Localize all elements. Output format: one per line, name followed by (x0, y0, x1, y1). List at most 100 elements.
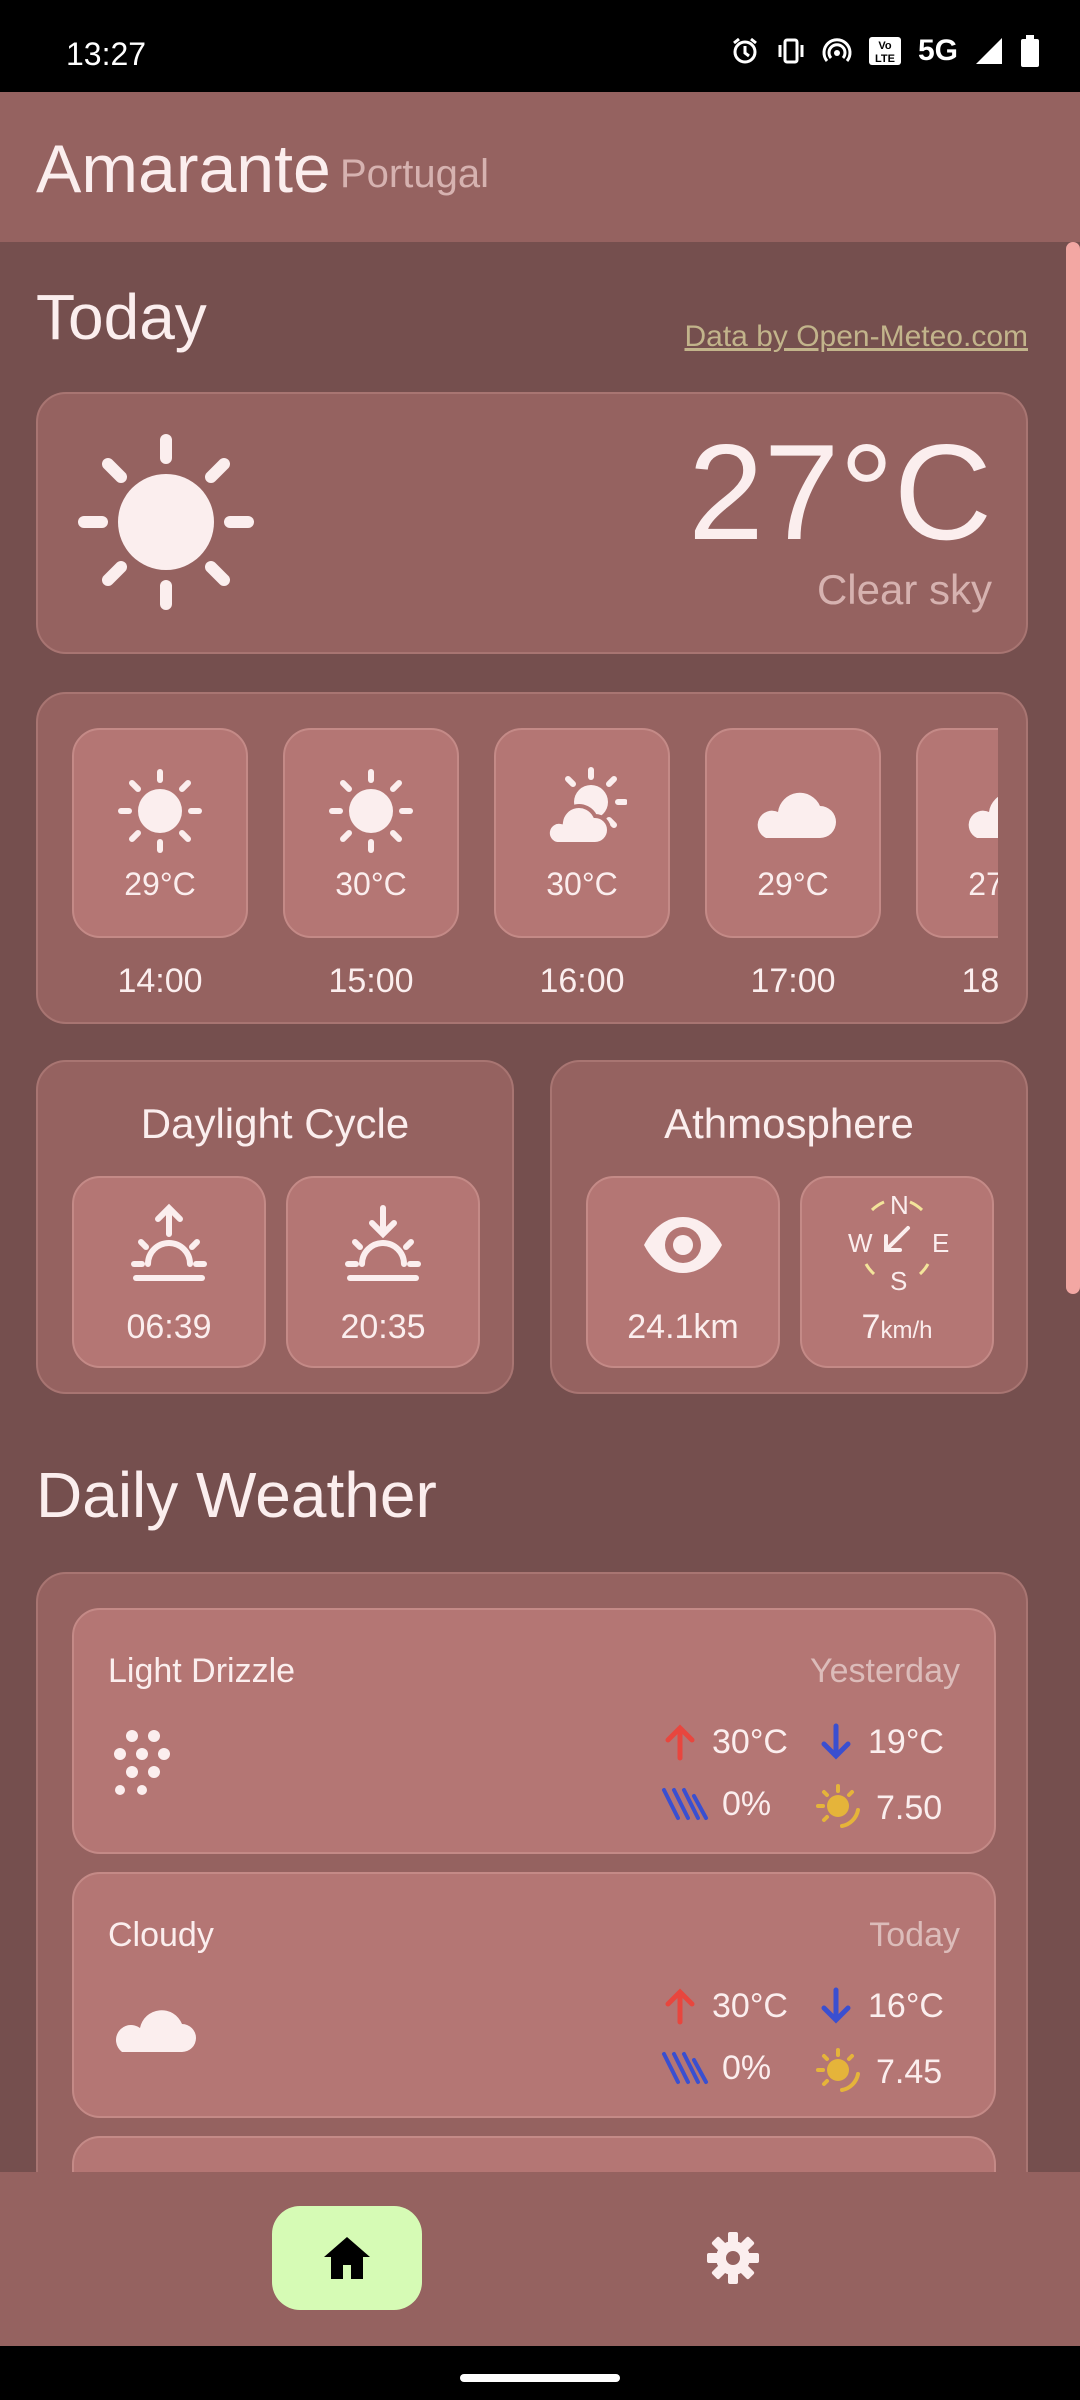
hourly-temp: 30°C (546, 866, 618, 902)
daily-forecast-card: Light Drizzle Yesterday 30°C 19°C 0% 7.5… (36, 1572, 1028, 2172)
hourly-item[interactable]: 30°C 16:00 (494, 728, 670, 1018)
eye-icon (644, 1217, 722, 1273)
hourly-forecast-card: 29°C 14:00 30°C 15:00 30°C 16:00 29°C 17… (36, 692, 1028, 1024)
arrow-up-icon (665, 1724, 695, 1761)
nav-home-button[interactable] (272, 2206, 422, 2310)
hourly-time: 18:00 (961, 962, 998, 1000)
sunset-time: 20:35 (340, 1308, 426, 1346)
daily-description: Cloudy (108, 1916, 214, 1954)
sun-icon (76, 432, 256, 617)
hourly-time: 17:00 (750, 962, 836, 1000)
daily-precip: 0% (660, 2048, 771, 2088)
daily-item[interactable]: Cloudy Today 30°C 16°C 0% 7.45 (72, 1872, 996, 2118)
daily-max: 30°C (660, 1986, 788, 2026)
hourly-temp: 29°C (757, 866, 829, 902)
gesture-bar (0, 2346, 1080, 2400)
cloud-icon (108, 1990, 198, 2065)
arrow-up-icon (665, 1988, 695, 2025)
compass-north: N (890, 1190, 909, 1220)
home-gesture-handle[interactable] (460, 2374, 620, 2382)
battery-icon (1020, 35, 1040, 67)
signal-icon (974, 36, 1004, 66)
daily-uv: 7.45 (816, 2048, 942, 2096)
daylight-title: Daylight Cycle (140, 1100, 410, 1147)
alarm-icon (730, 36, 760, 66)
sunset-tile: 20:35 (286, 1176, 480, 1368)
daily-day-label: Yesterday (810, 1652, 960, 1690)
wind-unit: km/h (880, 1317, 933, 1344)
daily-precip-value: 0% (722, 2048, 772, 2087)
daily-min: 16°C (816, 1986, 944, 2026)
cloud-icon (968, 796, 998, 838)
atmosphere-card: Athmosphere 24.1km N E S W 7km/h (550, 1060, 1028, 1394)
wind-tile: N E S W 7km/h (800, 1176, 994, 1368)
hourly-tile: 27°C (916, 728, 998, 938)
volte-icon: Vo LTE (868, 36, 902, 66)
sun-icon (329, 769, 413, 853)
compass-west: W (848, 1228, 873, 1258)
daily-min-value: 19°C (868, 1722, 944, 1761)
hourly-time: 14:00 (117, 962, 203, 1000)
daily-precip: 0% (660, 1784, 771, 1824)
arrow-down-icon (821, 1723, 851, 1760)
current-weather-card: 27°C Clear sky (36, 392, 1028, 654)
hourly-temp: 30°C (335, 866, 407, 902)
visibility-value: 24.1km (627, 1308, 739, 1346)
daily-title: Daily Weather (36, 1459, 437, 1531)
drizzle-icon (108, 1726, 178, 1801)
hourly-forecast-list[interactable]: 29°C 14:00 30°C 15:00 30°C 16:00 29°C 17… (72, 728, 998, 1018)
vibrate-icon (776, 36, 806, 66)
daily-description: Light Drizzle (108, 1652, 296, 1690)
rain-icon (662, 2052, 708, 2084)
wind-value: 7 (861, 1308, 881, 1346)
hourly-item[interactable]: 29°C 17:00 (705, 728, 881, 1018)
hotspot-icon (822, 36, 852, 66)
uv-icon (816, 1784, 860, 1828)
sunrise-tile: 06:39 (72, 1176, 266, 1368)
hourly-item[interactable]: 29°C 14:00 (72, 728, 248, 1018)
hourly-tile: 30°C (283, 728, 459, 938)
hourly-tile: 29°C (705, 728, 881, 938)
daily-max: 30°C (660, 1722, 788, 1762)
daylight-card: Daylight Cycle 06:39 20:35 (36, 1060, 514, 1394)
app-header: Amarante Portugal (0, 92, 1080, 242)
compass-south: S (890, 1266, 908, 1296)
today-title: Today (36, 281, 207, 353)
daily-precip-value: 0% (722, 1784, 772, 1823)
settings-icon (707, 2232, 759, 2284)
svg-text:LTE: LTE (875, 53, 895, 65)
hourly-item[interactable]: 30°C 15:00 (283, 728, 459, 1018)
daily-uv: 7.50 (816, 1784, 942, 1832)
home-icon (324, 2237, 370, 2279)
uv-icon (816, 2048, 860, 2092)
bottom-navigation (0, 2172, 1080, 2346)
hourly-item[interactable]: 27°C 18:00 (916, 728, 998, 1018)
scrollbar[interactable] (1066, 242, 1080, 1294)
status-time: 13:27 (66, 36, 147, 72)
daily-max-value: 30°C (712, 1986, 788, 2025)
daily-item[interactable] (72, 2136, 996, 2172)
daily-uv-value: 7.50 (876, 1788, 943, 1827)
hourly-temp: 27°C (968, 866, 998, 902)
daily-day-label: Today (869, 1916, 960, 1954)
hourly-tile: 29°C (72, 728, 248, 938)
attribution-link[interactable]: Data by Open-Meteo.com (685, 320, 1029, 354)
network-type: 5G (917, 34, 958, 67)
daily-uv-value: 7.45 (876, 2052, 943, 2091)
cloud-icon (757, 792, 836, 838)
nav-settings-button[interactable] (658, 2206, 808, 2310)
hourly-temp: 29°C (124, 866, 196, 902)
partly-cloudy-icon (545, 767, 627, 846)
sunrise-icon (131, 1203, 207, 1281)
hourly-time: 15:00 (328, 962, 414, 1000)
sunrise-time: 06:39 (126, 1308, 212, 1346)
hourly-time: 16:00 (539, 962, 625, 1000)
country-name: Portugal (340, 152, 489, 196)
daily-item[interactable]: Light Drizzle Yesterday 30°C 19°C 0% 7.5… (72, 1608, 996, 1854)
compass-east: E (932, 1228, 950, 1258)
hourly-tile: 30°C (494, 728, 670, 938)
daily-max-value: 30°C (712, 1722, 788, 1761)
wind-speed: 7km/h (802, 1308, 992, 1347)
city-name: Amarante (36, 131, 331, 207)
sun-icon (118, 769, 202, 853)
